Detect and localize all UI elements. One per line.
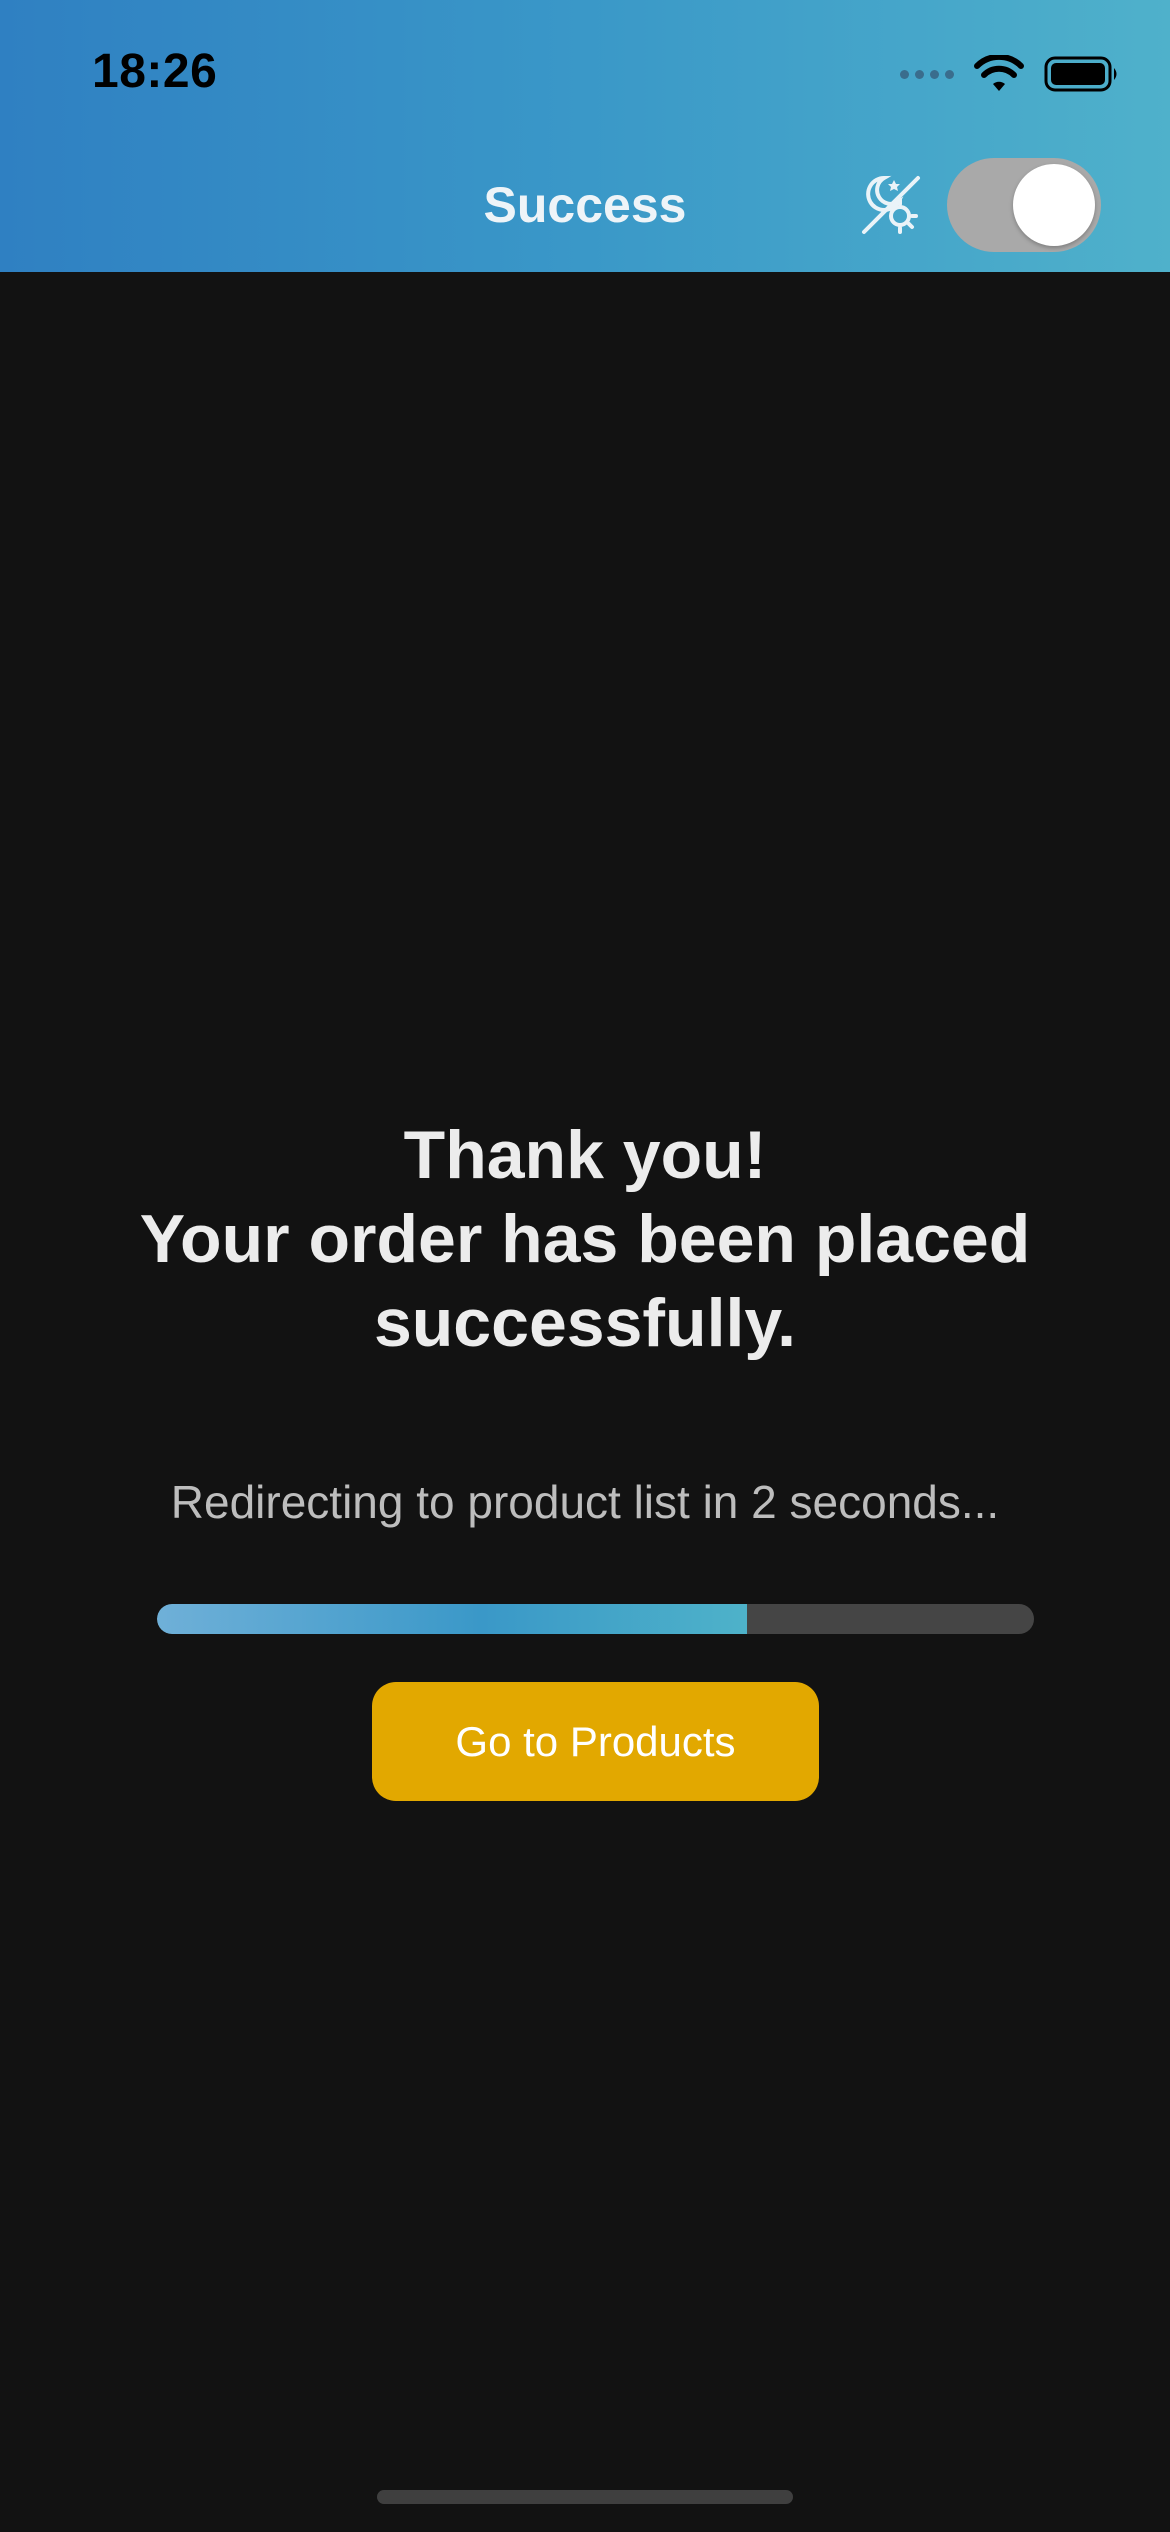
go-to-products-button[interactable]: Go to Products xyxy=(372,1682,819,1801)
battery-icon xyxy=(1044,56,1117,92)
theme-toggle[interactable] xyxy=(947,158,1101,252)
cellular-signal-icon xyxy=(900,69,954,79)
moon-sun-theme-icon[interactable] xyxy=(858,172,924,238)
app-header: 18:26 Success xyxy=(0,0,1170,272)
redirect-text: Redirecting to product list in 2 seconds… xyxy=(170,1476,1000,1528)
message-line-3: successfully. xyxy=(373,1285,797,1361)
status-time: 18:26 xyxy=(92,45,218,98)
message-line-2: Your order has been placed xyxy=(139,1201,1031,1277)
redirect-progress-bar xyxy=(157,1604,1034,1634)
success-message: Thank you! Your order has been placed su… xyxy=(60,1113,1110,1365)
message-line-1: Thank you! xyxy=(403,1117,767,1193)
home-indicator xyxy=(377,2490,793,2504)
theme-toggle-knob xyxy=(1013,164,1095,246)
status-icons xyxy=(900,52,1120,96)
progress-fill xyxy=(157,1604,748,1634)
wifi-icon xyxy=(974,55,1024,91)
